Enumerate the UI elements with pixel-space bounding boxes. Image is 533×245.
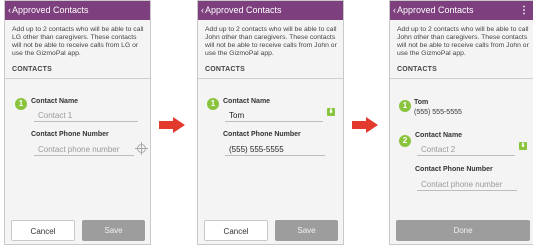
back-chevron-icon[interactable]: ‹	[8, 5, 11, 15]
section-heading: CONTACTS	[12, 66, 52, 73]
saved-contact-name: Tom	[414, 99, 429, 106]
title-bar: ‹Approved Contacts ⋮	[390, 1, 533, 20]
saved-contact-phone: (555) 555-5555	[414, 109, 462, 116]
cancel-button[interactable]: Cancel	[204, 220, 268, 241]
back-chevron-icon[interactable]: ‹	[393, 5, 396, 15]
step-1-badge: 1	[207, 98, 219, 110]
contacts-picker-icon[interactable]: ⬇	[327, 108, 335, 116]
contact-phone-input[interactable]: (555) 555-5555	[225, 144, 325, 156]
contact-name-input[interactable]: Contact 1	[34, 110, 138, 122]
description-text: Add up to 2 contacts who will be able to…	[397, 26, 529, 57]
contact-name-label: Contact Name	[31, 98, 79, 105]
contact-phone-label: Contact Phone Number	[31, 131, 109, 138]
divider	[5, 78, 150, 79]
arrow-right-icon	[352, 117, 378, 133]
phone-screen-3: ‹Approved Contacts ⋮ Add up to 2 contact…	[389, 0, 533, 245]
contact-name-label: Contact Name	[415, 132, 463, 139]
contact-name-input[interactable]: Contact 2	[417, 144, 515, 156]
divider	[390, 78, 533, 79]
page-title: Approved Contacts	[12, 5, 89, 15]
contact-phone-label: Contact Phone Number	[415, 166, 493, 173]
contact-phone-input[interactable]: Contact phone number	[34, 144, 134, 156]
phone-screen-2: ‹Approved Contacts Add up to 2 contacts …	[197, 0, 344, 245]
section-heading: CONTACTS	[205, 66, 245, 73]
title-bar: ‹Approved Contacts	[198, 1, 343, 20]
done-button[interactable]: Done	[396, 220, 530, 241]
step-1-badge: 1	[15, 98, 27, 110]
arrow-right-icon	[159, 117, 185, 133]
overflow-menu-icon[interactable]: ⋮	[519, 1, 529, 20]
step-1-badge: 1	[399, 100, 411, 112]
contact-name-label: Contact Name	[223, 98, 271, 105]
divider	[198, 78, 343, 79]
save-button[interactable]: Save	[275, 220, 338, 241]
title-bar: ‹Approved Contacts	[5, 1, 150, 20]
crosshair-icon[interactable]	[135, 142, 148, 155]
description-text: Add up to 2 contacts who will be able to…	[205, 26, 337, 57]
page-title: Approved Contacts	[397, 5, 474, 15]
phone-screen-1: ‹Approved Contacts Add up to 2 contacts …	[4, 0, 151, 245]
contact-phone-input[interactable]: Contact phone number	[417, 179, 517, 191]
page-title: Approved Contacts	[205, 5, 282, 15]
contacts-picker-icon[interactable]: ⬇	[519, 142, 527, 150]
section-heading: CONTACTS	[397, 66, 437, 73]
save-button[interactable]: Save	[82, 220, 145, 241]
contact-name-input[interactable]: Tom	[225, 110, 323, 122]
description-text: Add up to 2 contacts who will be able to…	[12, 26, 144, 57]
contact-phone-label: Contact Phone Number	[223, 131, 301, 138]
step-2-badge: 2	[399, 135, 411, 147]
cancel-button[interactable]: Cancel	[11, 220, 75, 241]
back-chevron-icon[interactable]: ‹	[201, 5, 204, 15]
